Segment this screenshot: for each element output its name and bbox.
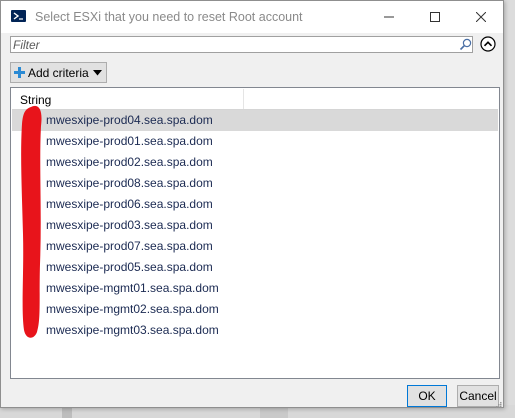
column-header-empty[interactable] bbox=[244, 89, 498, 109]
list-item-text: mwesxipe-mgmt02.sea.spa.dom bbox=[46, 302, 219, 316]
list-item[interactable]: mwesxipe-prod06.sea.spa.dom bbox=[12, 194, 498, 215]
grid-header: String bbox=[12, 89, 498, 110]
list-item-text: mwesxipe-mgmt01.sea.spa.dom bbox=[46, 281, 219, 295]
powershell-icon bbox=[11, 10, 26, 22]
ok-button[interactable]: OK bbox=[407, 385, 447, 407]
list-item-text: mwesxipe-prod02.sea.spa.dom bbox=[46, 155, 213, 169]
maximize-icon bbox=[430, 12, 440, 22]
close-icon bbox=[476, 12, 486, 22]
plus-icon bbox=[14, 67, 25, 78]
grid-rows: mwesxipe-prod04.sea.spa.dom mwesxipe-prod… bbox=[12, 110, 498, 341]
filter-field[interactable] bbox=[10, 36, 473, 53]
search-icon[interactable] bbox=[459, 38, 472, 51]
list-item[interactable]: mwesxipe-prod05.sea.spa.dom bbox=[12, 257, 498, 278]
list-item-text: mwesxipe-prod08.sea.spa.dom bbox=[46, 176, 213, 190]
title-bar[interactable]: Select ESXi that you need to reset Root … bbox=[1, 1, 503, 33]
chevron-up-circle-icon[interactable] bbox=[480, 36, 496, 52]
list-item-text: mwesxipe-prod07.sea.spa.dom bbox=[46, 239, 213, 253]
list-item-text: mwesxipe-prod03.sea.spa.dom bbox=[46, 218, 213, 232]
results-grid: String mwesxipe-prod04.sea.spa.dom mwesxi… bbox=[10, 87, 500, 379]
dialog-window: Select ESXi that you need to reset Root … bbox=[0, 0, 504, 408]
list-item-text: mwesxipe-prod05.sea.spa.dom bbox=[46, 260, 213, 274]
list-item[interactable]: mwesxipe-prod01.sea.spa.dom bbox=[12, 131, 498, 152]
redaction-mark bbox=[21, 105, 42, 338]
list-item[interactable]: mwesxipe-prod02.sea.spa.dom bbox=[12, 152, 498, 173]
window-title: Select ESXi that you need to reset Root … bbox=[35, 10, 303, 24]
list-item-text: mwesxipe-mgmt03.sea.spa.dom bbox=[46, 323, 219, 337]
list-item[interactable]: mwesxipe-prod08.sea.spa.dom bbox=[12, 173, 498, 194]
add-criteria-button[interactable]: Add criteria bbox=[10, 62, 107, 83]
list-item[interactable]: mwesxipe-mgmt01.sea.spa.dom bbox=[12, 278, 498, 299]
list-item[interactable]: mwesxipe-mgmt03.sea.spa.dom bbox=[12, 320, 498, 341]
add-criteria-label: Add criteria bbox=[28, 66, 89, 80]
cancel-button[interactable]: Cancel bbox=[457, 385, 499, 407]
list-item[interactable]: mwesxipe-prod03.sea.spa.dom bbox=[12, 215, 498, 236]
resize-grip-icon[interactable] bbox=[496, 402, 502, 408]
filter-input[interactable] bbox=[13, 37, 453, 52]
maximize-button[interactable] bbox=[412, 1, 458, 33]
list-item-text: mwesxipe-prod04.sea.spa.dom bbox=[46, 113, 213, 127]
list-item-text: mwesxipe-prod06.sea.spa.dom bbox=[46, 197, 213, 211]
list-item[interactable]: mwesxipe-prod04.sea.spa.dom bbox=[12, 110, 498, 131]
caret-down-icon bbox=[93, 70, 102, 76]
list-item-text: mwesxipe-prod01.sea.spa.dom bbox=[46, 134, 213, 148]
close-button[interactable] bbox=[458, 1, 504, 33]
list-item[interactable]: mwesxipe-prod07.sea.spa.dom bbox=[12, 236, 498, 257]
minimize-button[interactable] bbox=[366, 1, 412, 33]
list-item[interactable]: mwesxipe-mgmt02.sea.spa.dom bbox=[12, 299, 498, 320]
minimize-icon bbox=[384, 16, 394, 18]
